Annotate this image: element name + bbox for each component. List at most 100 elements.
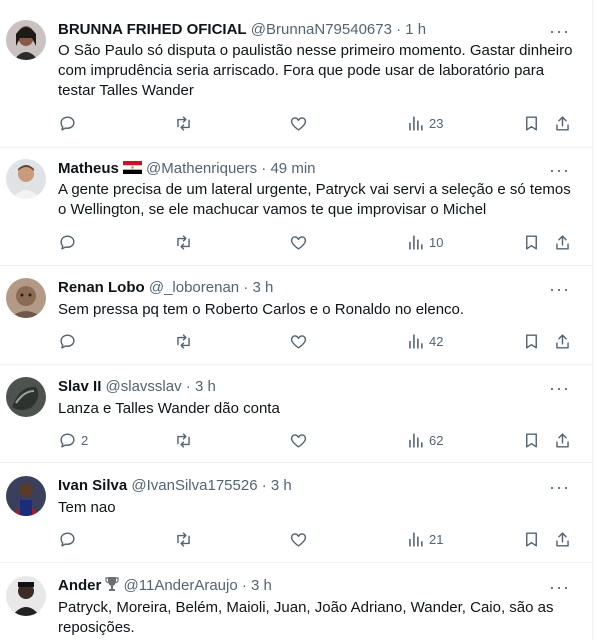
share-icon xyxy=(556,235,569,250)
reply-button[interactable] xyxy=(58,530,81,549)
display-name[interactable]: BRUNNA FRIHED OFICIAL xyxy=(58,21,247,38)
retweet-icon xyxy=(177,334,190,349)
like-button[interactable] xyxy=(289,332,308,351)
share-button[interactable] xyxy=(553,530,572,549)
trophy-icon xyxy=(105,577,119,591)
view-count: 62 xyxy=(429,433,444,448)
views-chart-icon xyxy=(409,433,423,448)
reply-count: 2 xyxy=(81,433,89,448)
view-count: 10 xyxy=(429,235,444,250)
share-icon xyxy=(556,116,569,131)
timestamp[interactable]: 3 h xyxy=(271,477,292,494)
display-name[interactable]: Ander xyxy=(58,577,101,594)
retweet-button[interactable] xyxy=(174,431,193,450)
more-options-icon[interactable]: ··· xyxy=(549,379,570,397)
reply-icon xyxy=(60,532,75,547)
reply-button[interactable]: 2 xyxy=(58,431,88,450)
like-button[interactable] xyxy=(289,431,308,450)
separator-dot: · xyxy=(241,577,247,594)
more-options-icon[interactable]: ··· xyxy=(549,478,570,496)
reply-icon xyxy=(60,334,75,349)
reply-button[interactable] xyxy=(58,114,81,133)
bookmark-button[interactable] xyxy=(522,332,541,351)
views-button[interactable]: 62 xyxy=(406,431,443,450)
view-count: 23 xyxy=(429,116,444,131)
share-button[interactable] xyxy=(553,431,572,450)
bookmark-icon xyxy=(526,532,537,547)
display-name[interactable]: Slav II xyxy=(58,378,101,395)
views-chart-icon xyxy=(409,532,423,547)
timeline-border xyxy=(592,0,593,640)
bookmark-button[interactable] xyxy=(522,431,541,450)
views-button[interactable]: 21 xyxy=(406,530,443,549)
tweet[interactable]: Renan Lobo @_loborenan · 3 h ··· Sem pre… xyxy=(0,266,592,365)
view-count: 42 xyxy=(429,334,444,349)
like-button[interactable] xyxy=(289,114,308,133)
views-button[interactable]: 23 xyxy=(406,114,443,133)
tweet[interactable]: Ivan Silva @IvanSilva175526 · 3 h ··· Te… xyxy=(0,463,592,563)
heart-icon xyxy=(290,236,307,250)
separator-dot: · xyxy=(261,160,267,177)
timestamp[interactable]: 3 h xyxy=(251,577,272,594)
tweet[interactable]: Slav II @slavsslav · 3 h ··· Lanza e Tal… xyxy=(0,365,592,463)
user-handle[interactable]: @Mathenriquers xyxy=(146,160,257,177)
avatar[interactable] xyxy=(6,476,46,516)
views-chart-icon xyxy=(409,235,423,250)
like-button[interactable] xyxy=(289,233,308,252)
tweet-text: O São Paulo só disputa o paulistão nesse… xyxy=(58,42,573,99)
retweet-icon xyxy=(177,116,190,131)
timestamp[interactable]: 3 h xyxy=(195,378,216,395)
retweet-button[interactable] xyxy=(174,530,193,549)
reply-icon xyxy=(60,433,75,448)
share-button[interactable] xyxy=(553,332,572,351)
views-button[interactable]: 42 xyxy=(406,332,443,351)
display-name[interactable]: Ivan Silva xyxy=(58,477,127,494)
avatar[interactable] xyxy=(6,377,46,417)
retweet-button[interactable] xyxy=(174,233,193,252)
tweet-text: A gente precisa de um lateral urgente, P… xyxy=(58,181,571,218)
views-button[interactable]: 10 xyxy=(406,233,443,252)
reply-button[interactable] xyxy=(58,233,81,252)
bookmark-button[interactable] xyxy=(522,530,541,549)
display-name[interactable]: Matheus xyxy=(58,160,119,177)
share-button[interactable] xyxy=(553,114,572,133)
tweet-text: Lanza e Talles Wander dão conta xyxy=(58,400,280,417)
user-handle[interactable]: @slavsslav xyxy=(106,378,182,395)
retweet-button[interactable] xyxy=(174,332,193,351)
user-handle[interactable]: @IvanSilva175526 xyxy=(131,477,257,494)
user-handle[interactable]: @_loborenan xyxy=(149,279,239,296)
timestamp[interactable]: 1 h xyxy=(405,21,426,38)
more-options-icon[interactable]: ··· xyxy=(549,22,570,40)
avatar[interactable] xyxy=(6,278,46,318)
bookmark-icon xyxy=(526,116,537,131)
avatar[interactable] xyxy=(6,20,46,60)
tweet[interactable]: Ander @11AnderAraujo · 3 h ··· Patryck, … xyxy=(0,563,592,640)
timestamp[interactable]: 3 h xyxy=(252,279,273,296)
separator-dot: · xyxy=(185,378,191,395)
avatar[interactable] xyxy=(6,159,46,199)
reply-icon xyxy=(60,235,75,250)
bookmark-icon xyxy=(526,334,537,349)
like-button[interactable] xyxy=(289,530,308,549)
more-options-icon[interactable]: ··· xyxy=(549,161,570,179)
more-options-icon[interactable]: ··· xyxy=(549,280,570,298)
display-name[interactable]: Renan Lobo xyxy=(58,279,145,296)
bookmark-button[interactable] xyxy=(522,114,541,133)
share-button[interactable] xyxy=(553,233,572,252)
bookmark-icon xyxy=(526,433,537,448)
share-icon xyxy=(556,532,569,547)
more-options-icon[interactable]: ··· xyxy=(549,578,570,596)
avatar[interactable] xyxy=(6,576,46,616)
separator-dot: · xyxy=(261,477,267,494)
tweet[interactable]: Matheus @Mathenriquers · 49 min ··· A ge… xyxy=(0,148,592,266)
retweet-icon xyxy=(177,433,190,448)
retweet-icon xyxy=(177,532,190,547)
bookmark-button[interactable] xyxy=(522,233,541,252)
tweet[interactable]: BRUNNA FRIHED OFICIAL @BrunnaN79540673 ·… xyxy=(0,0,592,148)
reply-button[interactable] xyxy=(58,332,81,351)
views-chart-icon xyxy=(409,116,423,131)
retweet-button[interactable] xyxy=(174,114,193,133)
timestamp[interactable]: 49 min xyxy=(270,160,315,177)
user-handle[interactable]: @BrunnaN79540673 xyxy=(251,21,392,38)
user-handle[interactable]: @11AnderAraujo xyxy=(124,577,238,594)
